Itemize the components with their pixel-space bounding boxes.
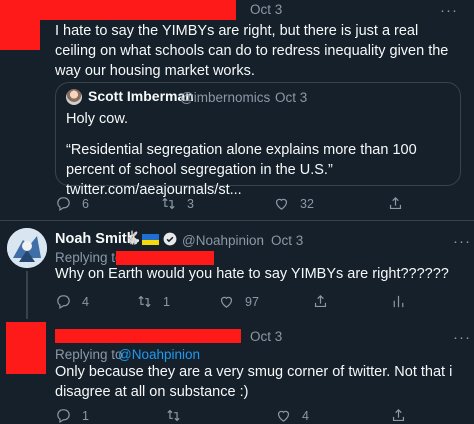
share-icon [314,294,327,308]
quoted-text-line2: “Residential segregation alone explains … [66,142,417,198]
quoted-author-avatar [66,89,82,105]
redacted-username [55,329,241,343]
share-icon [392,408,405,422]
retweet-icon [162,197,175,210]
tweet-time[interactable]: Oct 3 [250,328,282,346]
quoted-time: Oct 3 [275,90,308,105]
reply-icon [57,409,70,423]
retweet-count: 3 [187,196,194,211]
heart-icon [277,410,290,422]
verified-badge-icon [163,232,177,246]
share-icon [389,196,402,210]
reply-count: 4 [82,294,89,309]
separator: · [260,233,265,248]
quoted-text-line1: Holy cow. [66,111,129,127]
ukraine-flag-icon [142,234,159,245]
author-handle[interactable]: @Noahpinion [182,232,264,250]
quoted-author-name: Scott Imberman [88,88,194,104]
retweet-button[interactable] [165,407,192,424]
retweet-button[interactable]: 3 [160,195,194,212]
more-options-icon[interactable]: ··· [453,329,471,346]
retweet-icon [138,295,151,308]
analytics-button[interactable] [390,293,407,310]
reply-icon [57,295,70,309]
reply-count: 6 [82,196,89,211]
tweet-text: Why on Earth would you hate to say YIMBY… [55,266,449,282]
retweet-button[interactable]: 1 [136,293,170,310]
reply-count: 1 [82,408,89,423]
divider [0,220,474,221]
reply-button[interactable]: 4 [55,293,89,310]
like-count: 4 [302,408,309,423]
share-button[interactable] [312,293,329,310]
like-button[interactable]: 97 [218,293,259,310]
like-button[interactable]: 32 [273,195,314,212]
share-button[interactable] [387,195,404,212]
like-button[interactable]: 4 [275,407,309,424]
heart-icon [275,198,288,210]
retweet-count: 1 [163,294,170,309]
more-options-icon[interactable]: ··· [453,233,471,250]
heart-icon [220,296,233,308]
share-button[interactable] [390,407,407,424]
redacted-replying-handle [116,251,214,265]
tweet-time[interactable]: Oct 3 [250,1,282,19]
redacted-avatar [0,0,40,50]
tweet-time[interactable]: Oct 3 [271,232,303,250]
quoted-author-handle: @imbernomics [180,90,271,105]
more-options-icon[interactable]: ··· [440,2,458,19]
tweet-text: I hate to say the YIMBYs are right, but … [55,23,449,79]
retweet-icon [167,409,180,422]
redacted-avatar [6,322,46,374]
quoted-separator: · [265,90,270,105]
analytics-icon [393,295,404,308]
reply-button[interactable]: 6 [55,195,89,212]
author-name[interactable]: Noah Smith [55,231,136,247]
reply-button[interactable]: 1 [55,407,89,424]
rabbit-emoji: 🐇 [125,230,142,245]
reply-icon [57,197,70,211]
tweet-text: Only because they are a very smug corner… [55,364,453,400]
like-count: 97 [245,294,259,309]
noah-smith-avatar[interactable] [7,228,47,268]
thread-line [26,271,28,319]
like-count: 32 [300,196,314,211]
